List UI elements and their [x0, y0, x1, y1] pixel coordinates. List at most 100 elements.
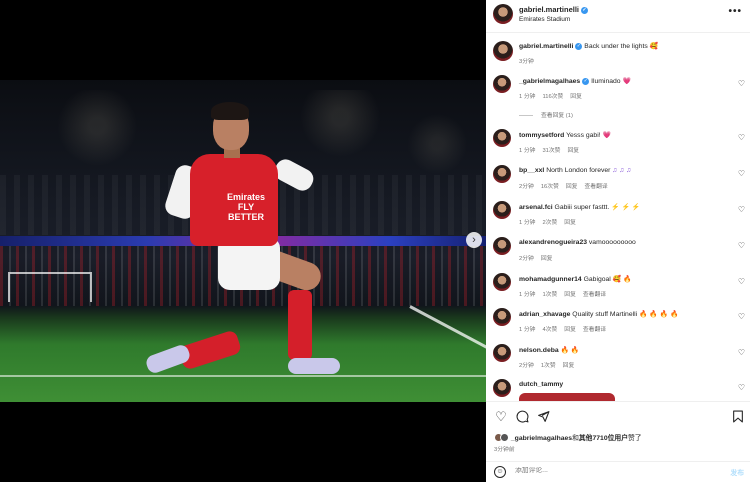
reply-button[interactable]: 回复 — [564, 327, 576, 333]
reply-button[interactable]: 回复 — [570, 94, 582, 100]
comment-like-heart-icon[interactable]: ♡ — [738, 169, 745, 178]
comment-time: 1 分钟 — [519, 220, 536, 226]
comment-likes[interactable]: 4次赞 — [542, 327, 557, 333]
reply-button[interactable]: 回复 — [567, 148, 579, 154]
comment-text: vamooooooooo — [588, 239, 636, 246]
bookmark-icon[interactable] — [731, 410, 745, 424]
likes-suffix: 赞了 — [628, 435, 642, 442]
comment-username[interactable]: tommysetford — [519, 132, 564, 139]
comment-username[interactable]: _gabrielmagalhaes — [519, 78, 580, 85]
next-photo-icon[interactable]: › — [466, 232, 482, 248]
commenter-avatar[interactable] — [493, 379, 511, 397]
comment-like-heart-icon[interactable]: ♡ — [738, 312, 745, 321]
view-replies-button[interactable]: 查看回复 (1) — [519, 110, 573, 119]
reply-button[interactable]: 回复 — [541, 256, 553, 262]
comment-line: arsenal.fci Gabiii super fasttt. ⚡ ⚡ ⚡ — [519, 203, 640, 211]
commenter-avatar[interactable] — [493, 165, 511, 183]
author-avatar[interactable] — [493, 4, 513, 24]
comment-username[interactable]: mohamadgunner14 — [519, 276, 582, 283]
commenter-avatar[interactable] — [493, 273, 511, 291]
comment-username[interactable]: arsenal.fci — [519, 204, 553, 211]
caption-line: gabriel.martinelli ✓ Back under the light… — [519, 42, 658, 50]
comment-line: _gabrielmagalhaes ✓ Iluminado 💗 — [519, 77, 631, 85]
likes-others[interactable]: 其他7710位用户 — [579, 435, 628, 442]
comment-like-heart-icon[interactable]: ♡ — [738, 241, 745, 250]
comment-like-heart-icon[interactable]: ♡ — [738, 383, 745, 392]
reply-button[interactable]: 回复 — [564, 220, 576, 226]
emoji-picker-icon[interactable]: ☺ — [494, 466, 506, 478]
comment-meta: 1 分钟 1次赞 回复 查看翻译 — [519, 289, 613, 298]
comment-like-heart-icon[interactable]: ♡ — [738, 133, 745, 142]
translate-button[interactable]: 查看翻译 — [584, 184, 607, 190]
author-username[interactable]: gabriel.martinelli ✓ — [519, 5, 589, 14]
post-sidebar: gabriel.martinelli ✓ Emirates Stadium •••… — [486, 0, 750, 482]
comment-username[interactable]: bp__xxl — [519, 167, 544, 174]
comment-like-heart-icon[interactable]: ♡ — [738, 348, 745, 357]
player-left-boot — [144, 343, 192, 375]
commenter-avatar[interactable] — [493, 344, 511, 362]
comment-text: Gabiii super fasttt. — [554, 204, 610, 211]
comment-username[interactable]: dutch_tammy — [519, 381, 563, 388]
comment-composer: ☺ 发布 — [486, 461, 750, 482]
post-location[interactable]: Emirates Stadium — [519, 16, 570, 23]
comment-meta: 2分钟 1次赞 回复 — [519, 360, 581, 369]
comment-likes[interactable]: 1次赞 — [541, 363, 556, 369]
comment-like-heart-icon[interactable]: ♡ — [738, 79, 745, 88]
comment-line: adrian_xhavage Quality stuff Martinelli … — [519, 310, 679, 318]
comment-likes[interactable]: 16次赞 — [541, 184, 559, 190]
comment-like-heart-icon[interactable]: ♡ — [738, 205, 745, 214]
share-icon-svg — [537, 411, 549, 422]
comment-line: bp__xxl North London forever ♫ ♫ ♫ — [519, 167, 631, 174]
comment-text: Iluminado — [591, 78, 621, 85]
comment-meta: 2分钟 16次赞 回复 查看翻译 — [519, 181, 615, 190]
likes-summary[interactable]: _gabrielmagalhaes和其他7710位用户赞了 — [494, 432, 642, 442]
comment-time: 1 分钟 — [519, 94, 536, 100]
reply-button[interactable]: 回复 — [563, 363, 575, 369]
comment-line: tommysetford Yesss gabi! 💗 — [519, 131, 611, 139]
comment-line: nelson.deba 🔥 🔥 — [519, 346, 579, 354]
caption-avatar[interactable] — [493, 41, 513, 61]
translate-button[interactable]: 查看翻译 — [583, 327, 606, 333]
comment-likes[interactable]: 31次赞 — [542, 148, 560, 154]
comment-emoji: 💗 — [602, 132, 611, 139]
comment-icon[interactable] — [515, 410, 529, 424]
instagram-post-modal: Emirates FLY BETTER › gabriel.martinelli… — [0, 0, 750, 482]
commenter-avatar[interactable] — [493, 201, 511, 219]
verified-badge-icon: ✓ — [581, 7, 589, 14]
comment-meta: 1 分钟 31次赞 回复 — [519, 145, 586, 154]
comment-like-heart-icon[interactable]: ♡ — [738, 277, 745, 286]
commenter-avatar[interactable] — [493, 75, 511, 93]
commenter-avatar[interactable] — [493, 129, 511, 147]
translate-button[interactable]: 查看翻译 — [583, 292, 606, 298]
author-username-text[interactable]: gabriel.martinelli — [519, 5, 579, 14]
comment-input[interactable] — [515, 467, 695, 474]
post-photo[interactable]: Emirates FLY BETTER › — [0, 80, 486, 402]
comments-list[interactable]: gabriel.martinelli ✓ Back under the light… — [486, 33, 750, 401]
liker-username[interactable]: _gabrielmagalhaes — [511, 435, 572, 442]
comment-time: 2分钟 — [519, 184, 534, 190]
reply-button[interactable]: 回复 — [566, 184, 578, 190]
post-comment-button[interactable]: 发布 — [730, 467, 744, 477]
commenter-avatar[interactable] — [493, 308, 511, 326]
heart-icon[interactable]: ♡ — [494, 410, 508, 424]
comment-likes[interactable]: 2次赞 — [542, 220, 557, 226]
commenter-avatar[interactable] — [493, 237, 511, 255]
reply-button[interactable]: 回复 — [564, 292, 576, 298]
comment-username[interactable]: alexandrenogueira23 — [519, 239, 587, 246]
comment-username[interactable]: nelson.deba — [519, 347, 559, 354]
comment-likes[interactable]: 116次赞 — [542, 94, 563, 100]
liker-avatar — [500, 433, 509, 442]
verified-badge-icon: ✓ — [575, 43, 583, 50]
comment-line: dutch_tammy — [519, 381, 563, 388]
comment-media-thumbnail[interactable] — [519, 393, 615, 401]
comment-time: 2分钟 — [519, 256, 534, 262]
comment-likes[interactable]: 1次赞 — [542, 292, 557, 298]
more-options-icon[interactable]: ••• — [728, 6, 742, 17]
comment-text: North London forever — [546, 167, 611, 174]
music-note-icon: ♫ ♫ ♫ — [612, 167, 632, 174]
comment-text: Quality stuff Martinelli — [572, 311, 638, 318]
comment-username[interactable]: adrian_xhavage — [519, 311, 570, 318]
comment-meta: 1 分钟 2次赞 回复 — [519, 217, 583, 226]
caption-username[interactable]: gabriel.martinelli — [519, 43, 573, 50]
share-icon[interactable] — [536, 410, 550, 424]
